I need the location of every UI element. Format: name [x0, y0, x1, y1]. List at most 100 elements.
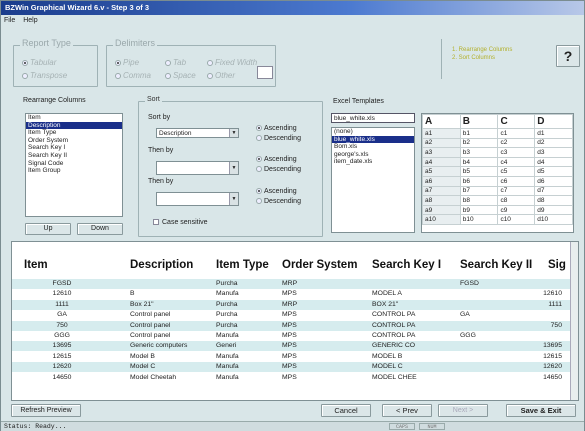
preview-cell: Manufa — [216, 373, 239, 381]
preview-cell: MPS — [282, 321, 297, 329]
help-button[interactable]: ? — [556, 45, 580, 67]
then1-ascending-radio[interactable]: Ascending — [256, 156, 297, 163]
fixed-width-radio[interactable]: Fixed Width — [207, 58, 257, 67]
case-sensitive-checkbox[interactable]: Case sensitive — [153, 219, 208, 226]
template-list-item[interactable]: george's.xls — [332, 151, 414, 159]
rearrange-list-item[interactable]: Item — [26, 114, 122, 122]
preview-cell: MODEL CHEE — [372, 373, 417, 381]
other-radio[interactable]: Other — [207, 71, 235, 80]
grid-cell: b7 — [459, 185, 499, 197]
other-delimiter-input[interactable] — [257, 66, 273, 79]
grid-cell: b10 — [459, 214, 499, 225]
then-by-combo-1[interactable]: ▼ — [156, 161, 239, 175]
grid-cell: c6 — [497, 175, 536, 187]
then1-descending-radio[interactable]: Descending — [256, 166, 301, 173]
grid-cell: b5 — [459, 166, 499, 177]
template-input[interactable]: blue_white.xls — [331, 113, 415, 123]
comma-radio[interactable]: Comma — [115, 71, 151, 80]
grid-cell: c4 — [497, 156, 536, 168]
save-exit-button[interactable]: Save & Exit — [506, 404, 576, 417]
grid-row: a2 b2 c2 d2 — [422, 137, 573, 149]
preview-cell: MPS — [282, 342, 297, 350]
sort-descending-radio[interactable]: Descending — [256, 135, 301, 142]
grid-cell: b9 — [459, 204, 499, 216]
down-button[interactable]: Down — [77, 223, 123, 235]
grid-cell: a5 — [422, 166, 461, 177]
tab-radio[interactable]: Tab — [165, 58, 186, 67]
template-list-item[interactable]: item_date.xls — [332, 158, 414, 166]
chevron-down-icon: ▼ — [229, 129, 238, 137]
preview-cell: 13695 — [52, 342, 72, 350]
report-type-group: Report Type Tabular Transpose — [13, 38, 98, 87]
preview-cell: Manufa — [216, 352, 239, 360]
sort-ascending-radio[interactable]: Ascending — [256, 125, 297, 132]
cancel-button[interactable]: Cancel — [321, 404, 371, 417]
preview-cell: CONTROL PA — [372, 332, 416, 339]
chevron-down-icon: ▼ — [229, 193, 238, 205]
grid-cell: a10 — [422, 214, 461, 225]
grid-cell: c5 — [497, 166, 536, 177]
menu-file[interactable]: File — [4, 17, 15, 24]
grid-column-header: C — [497, 114, 536, 129]
rearrange-list-item[interactable]: Search Key I — [26, 144, 122, 152]
tabular-radio[interactable]: Tabular — [22, 58, 56, 67]
preview-column-header[interactable]: Search Key II — [460, 259, 532, 271]
preview-column-header[interactable]: Item Type — [216, 259, 269, 271]
refresh-preview-button[interactable]: Refresh Preview — [11, 404, 81, 417]
pipe-radio[interactable]: Pipe — [115, 58, 139, 67]
preview-cell: CONTROL PA — [372, 311, 416, 319]
grid-cell: c9 — [497, 204, 536, 216]
template-list-item[interactable]: Bom.xls — [332, 143, 414, 151]
grid-cell: a4 — [422, 156, 461, 168]
sort-by-combo[interactable]: Description ▼ — [156, 128, 239, 138]
grid-cell: c10 — [497, 214, 536, 225]
preview-cell: GGG — [54, 332, 70, 339]
space-radio[interactable]: Space — [165, 71, 196, 80]
template-list-item[interactable]: (none) — [332, 128, 414, 136]
preview-cell: Purcha — [216, 321, 238, 329]
status-bar: Status: Ready... CAPS NUM — [1, 421, 584, 431]
rearrange-list-item[interactable]: Item Type — [26, 129, 122, 137]
transpose-radio[interactable]: Transpose — [22, 71, 67, 80]
preview-cell: Model Cheetah — [130, 373, 177, 381]
next-button[interactable]: Next > — [438, 404, 488, 417]
preview-column-header[interactable]: Description — [130, 259, 193, 271]
template-list[interactable]: (none) blue_white.xls Bom.xls george's.xls i… — [331, 127, 415, 233]
preview-scrollbar[interactable] — [570, 242, 578, 400]
preview-column-header[interactable]: Search Key I — [372, 259, 441, 271]
preview-cell: 12615 — [52, 352, 72, 360]
grid-row: a1 b1 c1 d1 — [422, 128, 573, 139]
preview-cell: MPS — [282, 290, 297, 298]
up-button[interactable]: Up — [25, 223, 71, 235]
preview-cell: 12620 — [543, 363, 562, 371]
then2-ascending-radio[interactable]: Ascending — [256, 188, 297, 195]
preview-cell: GENERIC CO — [372, 342, 416, 350]
menu-help[interactable]: Help — [23, 17, 37, 24]
then-by-combo-2[interactable]: ▼ — [156, 192, 239, 206]
rearrange-list-item[interactable]: Order System — [26, 137, 122, 145]
preview-cell: MODEL A — [372, 290, 402, 298]
template-list-item[interactable]: blue_white.xls — [332, 135, 414, 144]
rearrange-list-item[interactable]: Item Group — [26, 167, 122, 175]
preview-cell: 12610 — [543, 290, 562, 298]
prev-button[interactable]: < Prev — [382, 404, 432, 417]
rearrange-list[interactable]: Item Description Item Type Order System Sear… — [25, 113, 123, 217]
rearrange-list-item[interactable]: Search Key II — [26, 152, 122, 160]
rearrange-legend: Rearrange Columns — [23, 97, 86, 104]
grid-cell: d10 — [534, 214, 573, 225]
preview-cell: FGSD — [52, 280, 72, 287]
preview-column-header[interactable]: Order System — [282, 259, 357, 271]
rearrange-list-item[interactable]: Description — [26, 121, 122, 130]
preview-column-header[interactable]: Item — [24, 259, 48, 271]
then2-descending-radio[interactable]: Descending — [256, 198, 301, 205]
data-preview: Item Description Item Type Order System Sear… — [11, 241, 579, 401]
grid-cell: c1 — [497, 128, 536, 139]
grid-cell: d5 — [534, 166, 573, 177]
rearrange-list-item[interactable]: Signal Code — [26, 160, 122, 168]
step-2-label: 2. Sort Columns — [452, 55, 496, 61]
preview-column-header[interactable]: Sig — [548, 259, 566, 271]
preview-cell: Box 21" — [130, 300, 154, 308]
preview-cell: 12620 — [52, 363, 72, 371]
preview-row: GA Control panel Purcha MPS CONTROL PA GA — [12, 310, 570, 321]
num-indicator: NUM — [419, 423, 445, 430]
